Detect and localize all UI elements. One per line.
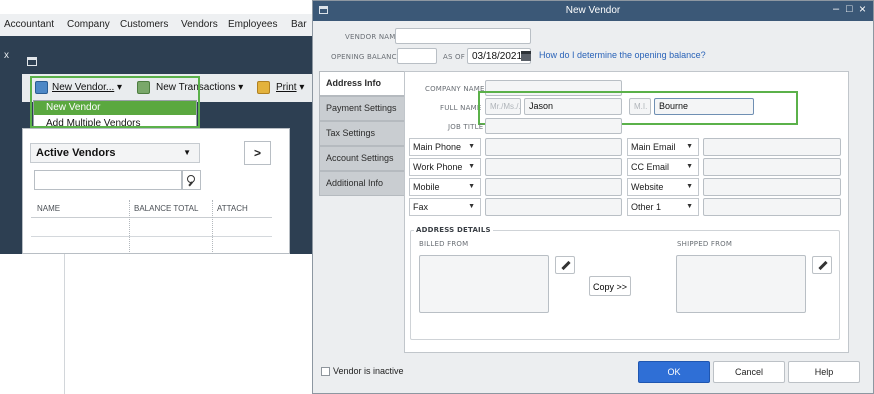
- vendor-name-input[interactable]: [395, 28, 531, 44]
- pencil-icon: [818, 260, 828, 271]
- mobile-input[interactable]: [485, 178, 622, 196]
- cc-email-input[interactable]: [703, 158, 841, 176]
- menu-employees[interactable]: Employees: [228, 14, 277, 36]
- vendor-inactive-label: Vendor is inactive: [333, 366, 404, 376]
- contact-type-select[interactable]: Mobile ▼: [409, 178, 481, 196]
- contact-type-select[interactable]: Work Phone ▼: [409, 158, 481, 176]
- full-name-label: FULL NAME: [440, 104, 482, 112]
- edit-billed-address-button[interactable]: [555, 256, 575, 274]
- column-header-name[interactable]: NAME: [37, 200, 60, 218]
- edit-shipped-address-button[interactable]: [812, 256, 832, 274]
- dialog-title-bar: New Vendor – □ ×: [313, 1, 873, 21]
- vendor-table-header: NAME BALANCE TOTAL ATTACH: [31, 200, 272, 218]
- billed-from-textarea[interactable]: [419, 255, 549, 313]
- vendor-search-input[interactable]: [34, 170, 182, 190]
- tab-payment-settings[interactable]: Payment Settings: [319, 96, 405, 121]
- help-button[interactable]: Help: [788, 361, 860, 383]
- opening-balance-input[interactable]: [397, 48, 437, 64]
- copy-address-button[interactable]: Copy >>: [589, 276, 631, 296]
- menu-customers[interactable]: Customers: [120, 14, 168, 36]
- job-title-input[interactable]: [485, 118, 622, 134]
- opening-balance-label: OPENING BALANCE: [331, 53, 402, 61]
- vendor-inactive-checkbox[interactable]: [321, 367, 330, 376]
- print-icon: [257, 81, 270, 94]
- contact-type-select[interactable]: Main Email ▼: [627, 138, 699, 156]
- fax-input[interactable]: [485, 198, 622, 216]
- cancel-button[interactable]: Cancel: [713, 361, 785, 383]
- minimize-icon[interactable]: –: [833, 3, 839, 15]
- maximize-icon[interactable]: □: [846, 3, 853, 15]
- as-of-label: AS OF: [443, 53, 465, 61]
- tab-tax-settings[interactable]: Tax Settings: [319, 121, 405, 146]
- shipped-from-label: SHIPPED FROM: [677, 240, 733, 248]
- tab-account-settings[interactable]: Account Settings: [319, 146, 405, 171]
- contact-type-select[interactable]: Fax ▼: [409, 198, 481, 216]
- ok-button[interactable]: OK: [638, 361, 710, 383]
- menu-accountant[interactable]: Accountant: [4, 14, 54, 36]
- shipped-from-textarea[interactable]: [676, 255, 806, 313]
- new-vendor-dialog: New Vendor – □ × VENDOR NAME OPENING BAL…: [312, 0, 874, 394]
- tab-address-info[interactable]: Address Info: [319, 71, 405, 96]
- menu-vendors[interactable]: Vendors: [181, 14, 218, 36]
- calendar-icon[interactable]: [521, 51, 531, 61]
- dialog-title: New Vendor: [565, 5, 621, 16]
- contact-type-select[interactable]: Other 1 ▼: [627, 198, 699, 216]
- search-icon[interactable]: [182, 170, 201, 190]
- print-button[interactable]: Print ▾: [276, 81, 304, 95]
- opening-balance-help-link[interactable]: How do I determine the opening balance?: [539, 50, 706, 60]
- table-column-divider: [212, 200, 213, 254]
- menu-bar: Accountant Company Customers Vendors Emp…: [0, 14, 312, 36]
- table-row[interactable]: [31, 236, 272, 237]
- window-icon: [27, 57, 37, 66]
- website-input[interactable]: [703, 178, 841, 196]
- tab-additional-info[interactable]: Additional Info: [319, 171, 405, 196]
- menu-bar-truncated[interactable]: Bar: [291, 14, 307, 36]
- close-icon[interactable]: ×: [859, 2, 866, 16]
- work-phone-input[interactable]: [485, 158, 622, 176]
- other-1-input[interactable]: [703, 198, 841, 216]
- left-window: Accountant Company Customers Vendors Emp…: [0, 0, 312, 394]
- billed-from-label: BILLED FROM: [419, 240, 469, 248]
- company-name-label: COMPANY NAME: [425, 85, 485, 93]
- list-left-border: [64, 254, 65, 394]
- close-icon[interactable]: x: [4, 50, 9, 61]
- main-phone-input[interactable]: [485, 138, 622, 156]
- table-column-divider: [129, 200, 130, 254]
- contact-type-select[interactable]: CC Email ▼: [627, 158, 699, 176]
- menu-company[interactable]: Company: [67, 14, 110, 36]
- active-vendors-select[interactable]: Active Vendors ▼: [30, 143, 200, 163]
- column-header-attach[interactable]: ATTACH: [217, 200, 248, 218]
- chevron-down-icon: ▼: [183, 148, 191, 157]
- main-email-input[interactable]: [703, 138, 841, 156]
- column-header-balance-total[interactable]: BALANCE TOTAL: [134, 200, 198, 218]
- job-title-label: JOB TITLE: [448, 123, 484, 131]
- contact-type-select[interactable]: Website ▼: [627, 178, 699, 196]
- vendor-name-label: VENDOR NAME: [345, 33, 401, 41]
- pencil-icon: [561, 260, 571, 271]
- expand-panel-button[interactable]: >: [244, 141, 271, 165]
- address-details-label: ADDRESS DETAILS: [414, 226, 493, 234]
- highlight-new-vendor: [30, 76, 200, 128]
- contact-type-select[interactable]: Main Phone ▼: [409, 138, 481, 156]
